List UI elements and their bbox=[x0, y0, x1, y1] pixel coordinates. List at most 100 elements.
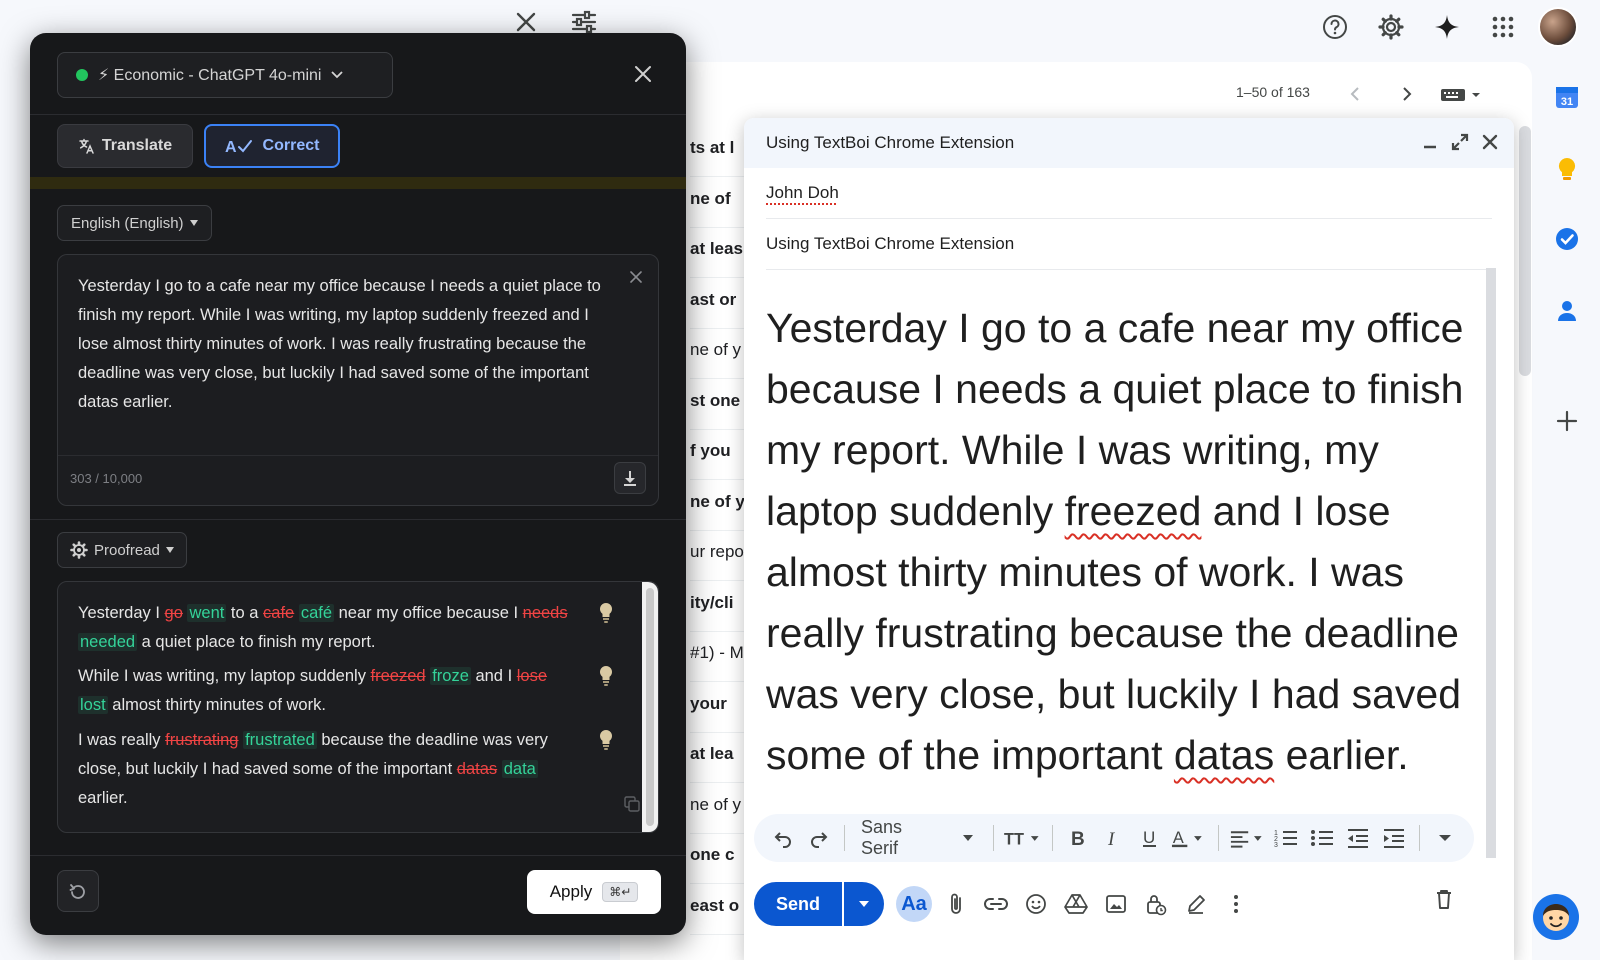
email-row-fragment[interactable]: ne of y bbox=[690, 340, 741, 360]
tune-icon[interactable] bbox=[570, 8, 598, 36]
contacts-person-icon[interactable] bbox=[1554, 298, 1580, 324]
inbox-scrollbar[interactable] bbox=[1519, 126, 1531, 376]
undo-icon[interactable] bbox=[768, 821, 798, 855]
reset-button[interactable] bbox=[57, 870, 99, 912]
unchanged-text: I was really bbox=[78, 731, 166, 749]
svg-text:A: A bbox=[225, 139, 237, 154]
source-text[interactable]: Yesterday I go to a cafe near my office … bbox=[78, 272, 623, 417]
close-panel-icon[interactable] bbox=[634, 65, 652, 83]
formatting-options-button[interactable]: Aa bbox=[896, 886, 932, 922]
svg-text:I: I bbox=[1107, 829, 1116, 848]
email-row-fragment[interactable]: your bbox=[690, 694, 727, 714]
bulleted-list-icon[interactable] bbox=[1307, 821, 1337, 855]
clear-text-icon[interactable] bbox=[630, 271, 642, 283]
bold-icon[interactable]: B bbox=[1063, 821, 1093, 855]
toolbar-divider bbox=[992, 825, 994, 851]
email-row-fragment[interactable]: ity/cli bbox=[690, 593, 733, 613]
email-row-fragment[interactable]: st one bbox=[690, 391, 740, 411]
recipient-chip[interactable]: John Doh bbox=[766, 183, 839, 203]
indent-less-icon[interactable] bbox=[1343, 821, 1373, 855]
redo-icon[interactable] bbox=[804, 821, 834, 855]
svg-text:TT: TT bbox=[1004, 831, 1024, 848]
minimize-icon[interactable] bbox=[1420, 132, 1440, 152]
chevron-right-icon[interactable] bbox=[1396, 84, 1416, 104]
proofread-label: Proofread bbox=[94, 541, 160, 559]
misspelled-word[interactable]: datas bbox=[1174, 732, 1274, 778]
insert-photo-icon[interactable] bbox=[1100, 886, 1132, 922]
signature-pen-icon[interactable] bbox=[1180, 886, 1212, 922]
confidential-lock-icon[interactable] bbox=[1140, 886, 1172, 922]
textboi-assistant-bubble[interactable] bbox=[1533, 894, 1579, 940]
italic-icon[interactable]: I bbox=[1099, 821, 1129, 855]
tasks-check-icon[interactable] bbox=[1554, 226, 1580, 252]
more-options-icon[interactable] bbox=[1220, 886, 1252, 922]
calendar-icon[interactable]: 31 bbox=[1554, 84, 1580, 110]
gemini-sparkle-icon[interactable] bbox=[1426, 6, 1468, 48]
text-color-icon[interactable]: A bbox=[1171, 821, 1208, 855]
correct-tab[interactable]: A Correct bbox=[204, 124, 340, 168]
to-field[interactable]: John Doh bbox=[766, 168, 1492, 219]
copy-icon[interactable] bbox=[624, 796, 640, 812]
close-icon[interactable] bbox=[512, 8, 540, 36]
underline-icon[interactable]: U bbox=[1135, 821, 1165, 855]
divider bbox=[30, 855, 686, 856]
explanation-bulb-icon[interactable] bbox=[598, 602, 614, 624]
explanation-bulb-icon[interactable] bbox=[598, 729, 614, 751]
insert-from-page-button[interactable] bbox=[614, 462, 646, 494]
email-row-fragment[interactable]: ts at l bbox=[690, 138, 734, 158]
discard-trash-icon[interactable] bbox=[1434, 888, 1454, 910]
translate-tab[interactable]: Translate bbox=[57, 124, 193, 168]
email-row-fragment[interactable]: #1) - M bbox=[690, 643, 744, 663]
source-text-box[interactable]: Yesterday I go to a cafe near my office … bbox=[57, 254, 659, 506]
text-size-icon[interactable]: TT bbox=[1004, 821, 1042, 855]
emoji-icon[interactable] bbox=[1020, 886, 1052, 922]
expand-icon[interactable] bbox=[1450, 132, 1470, 152]
email-row-fragment[interactable]: at leas bbox=[690, 239, 743, 259]
keep-bulb-icon[interactable] bbox=[1554, 156, 1580, 182]
email-row-fragment[interactable]: ne of y bbox=[690, 795, 741, 815]
subject-field[interactable]: Using TextBoi Chrome Extension bbox=[766, 219, 1492, 270]
send-button[interactable]: Send bbox=[754, 882, 842, 926]
email-row-fragment[interactable]: f you bbox=[690, 441, 731, 461]
apps-grid-icon[interactable] bbox=[1482, 6, 1524, 48]
link-icon[interactable] bbox=[980, 886, 1012, 922]
compose-body[interactable]: Yesterday I go to a cafe near my office … bbox=[766, 298, 1481, 786]
align-icon[interactable] bbox=[1229, 821, 1266, 855]
drive-icon[interactable] bbox=[1060, 886, 1092, 922]
result-scrollbar[interactable] bbox=[642, 582, 658, 832]
email-row-fragment[interactable]: east o bbox=[690, 896, 739, 916]
proofread-mode-selector[interactable]: Proofread bbox=[57, 532, 187, 568]
user-avatar[interactable] bbox=[1538, 7, 1578, 47]
inserted-word: data bbox=[501, 760, 538, 778]
keyboard-icon[interactable] bbox=[1440, 86, 1484, 104]
language-selector[interactable]: English (English) bbox=[57, 205, 212, 241]
compose-body-scrollbar[interactable] bbox=[1486, 268, 1496, 858]
email-row-fragment[interactable]: one c bbox=[690, 845, 734, 865]
email-row-fragment[interactable]: at lea bbox=[690, 744, 733, 764]
inserted-word: needed bbox=[78, 633, 138, 651]
unchanged-text: a quiet place to finish my report. bbox=[137, 633, 376, 651]
undo-reset-icon bbox=[69, 884, 85, 899]
chevron-down-icon[interactable] bbox=[953, 821, 983, 855]
settings-gear-icon[interactable] bbox=[1370, 6, 1412, 48]
explanation-bulb-icon[interactable] bbox=[598, 665, 614, 687]
apply-label: Apply bbox=[549, 882, 593, 901]
misspelled-word[interactable]: freezed bbox=[1065, 488, 1202, 534]
font-family-select[interactable]: Sans Serif bbox=[855, 817, 947, 859]
chevron-left-icon[interactable] bbox=[1346, 84, 1366, 104]
add-icon[interactable] bbox=[1554, 408, 1580, 434]
model-selector[interactable]: ⚡ Economic - ChatGPT 4o-mini bbox=[57, 52, 393, 98]
attach-icon[interactable] bbox=[940, 886, 972, 922]
numbered-list-icon[interactable]: 123 bbox=[1271, 821, 1301, 855]
more-formatting-icon[interactable] bbox=[1430, 821, 1460, 855]
schedule-send-button[interactable] bbox=[844, 882, 884, 926]
inserted-word: lost bbox=[78, 696, 108, 714]
apply-button[interactable]: Apply ⌘↵ bbox=[527, 870, 661, 914]
indent-more-icon[interactable] bbox=[1379, 821, 1409, 855]
close-compose-icon[interactable] bbox=[1480, 132, 1500, 152]
email-row-fragment[interactable]: ast or bbox=[690, 290, 736, 310]
email-row-fragment[interactable]: ne of bbox=[690, 189, 731, 209]
email-row-fragment[interactable]: ne of y bbox=[690, 492, 745, 512]
help-icon[interactable] bbox=[1314, 6, 1356, 48]
email-row-fragment[interactable]: ur repo bbox=[690, 542, 744, 562]
